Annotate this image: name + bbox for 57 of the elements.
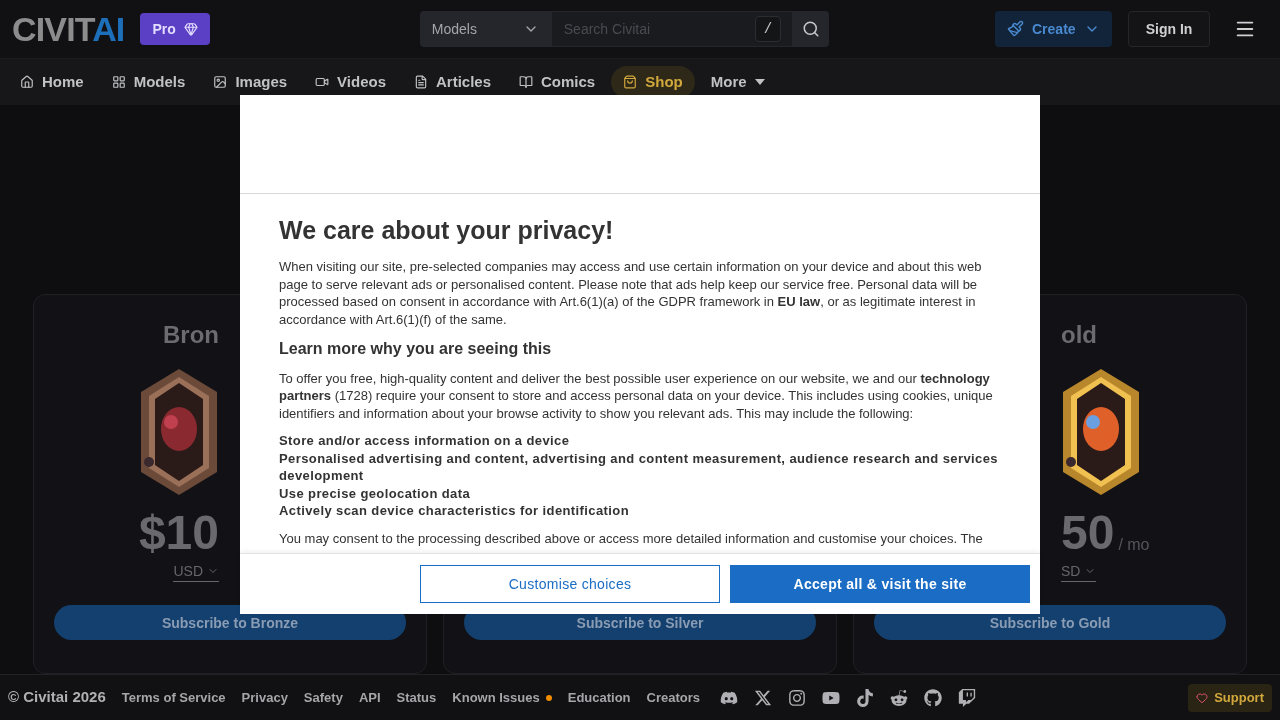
footer-link[interactable]: Status <box>396 687 437 708</box>
customise-button[interactable]: Customise choices <box>420 565 720 603</box>
instagram-icon[interactable] <box>788 688 807 707</box>
nav-tab[interactable]: Models <box>99 65 198 98</box>
nav-tab[interactable]: Shop <box>611 65 695 98</box>
plan-price: 50 <box>1061 509 1115 558</box>
copyright-text: © Civitai 2026 <box>8 687 106 708</box>
grid-icon <box>111 74 126 89</box>
dialog-title: We care about your privacy! <box>279 215 615 246</box>
home-icon <box>20 74 34 89</box>
book-icon <box>519 74 534 89</box>
footer-link[interactable]: Terms of Service <box>121 687 226 708</box>
purpose-item: Use precise geolocation data <box>279 484 472 503</box>
footer-link[interactable]: Privacy <box>241 687 288 708</box>
search-icon <box>801 19 820 38</box>
search-button[interactable] <box>792 10 829 47</box>
diamond-icon <box>183 21 198 36</box>
support-button[interactable]: Support <box>1188 683 1272 712</box>
nav-tab[interactable]: Articles <box>402 65 504 98</box>
heart-icon <box>1196 691 1209 704</box>
plan-title: old <box>1061 320 1097 351</box>
purpose-item: Store and/or access information on a device <box>279 432 571 450</box>
github-icon[interactable] <box>924 688 943 707</box>
plan-price: $10 <box>138 509 219 558</box>
footer-link[interactable]: API <box>358 687 381 708</box>
logo[interactable]: CIVITAI <box>12 11 125 46</box>
purpose-item: Personalised advertising and content, advertising and content measurement, audience research and services development <box>279 449 999 485</box>
footer-link[interactable]: Education <box>567 687 631 708</box>
shopping-bag-icon <box>623 74 638 89</box>
purpose-item: Actively scan device characteristics for identification <box>279 502 631 520</box>
outro-paragraph: You may consent to the processing described above or access more detailed information and customise your choices. The <box>279 529 984 548</box>
search-scope-select[interactable]: Models <box>419 10 551 47</box>
caret-icon <box>754 78 765 85</box>
accept-button[interactable]: Accept all & visit the site <box>730 565 1030 603</box>
nav-tab[interactable]: Comics <box>507 65 608 98</box>
nav-tab[interactable]: Videos <box>303 65 398 98</box>
tiktok-icon[interactable] <box>856 688 875 707</box>
image-icon <box>213 74 228 89</box>
footer-link[interactable]: Safety <box>303 687 343 708</box>
intro-paragraph: When visiting our site, pre-selected companies may access and use certain information on your device and about this web page to serve relevant ads or personalised content. Please note that ads help keep our service free. Personal data will be processed based on consent in accordance with Art.6(1)(a) of the GDPR framework in EU law, or as legitimate interest in accordance with Art.6(1)(f) of the same. <box>279 258 983 329</box>
section-heading: Learn more why you are seeing this <box>279 340 553 358</box>
create-button[interactable]: Create <box>995 10 1112 47</box>
plan-title: Bron <box>163 320 219 351</box>
plan-period: / mo <box>1118 535 1150 556</box>
reddit-icon[interactable] <box>890 688 909 707</box>
footer-link[interactable]: Creators <box>646 687 701 708</box>
x-logo-icon[interactable] <box>754 688 773 707</box>
nav-tab[interactable]: Home <box>8 65 96 98</box>
document-icon <box>414 74 428 89</box>
footer-link[interactable]: Known Issues <box>452 687 540 708</box>
nav-tab[interactable]: More <box>698 65 777 98</box>
pro-badge[interactable]: Pro <box>140 12 210 45</box>
sign-in-button[interactable]: Sign In <box>1128 10 1210 47</box>
nav-tab[interactable]: Images <box>201 65 300 98</box>
details-paragraph: To offer you free, high-quality content and deliver the best possible user experience on our website, we and our technology partners (1728) require your consent to store and access personal data on your device. This includes using cookies, unique identifiers and information about your browse activity to show you relevant ads. This may include the following: <box>279 369 994 423</box>
twitch-icon[interactable] <box>958 688 977 707</box>
brush-icon <box>1007 20 1024 38</box>
